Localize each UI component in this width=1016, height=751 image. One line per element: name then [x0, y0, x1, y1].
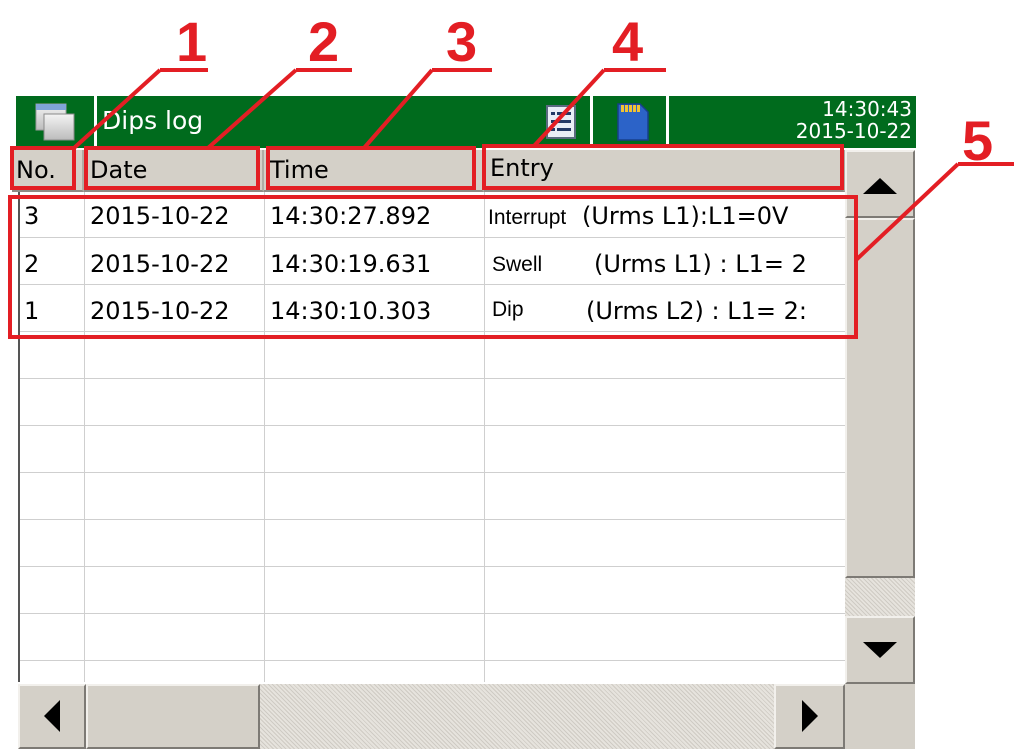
callout-leader-lines [72, 68, 1014, 262]
